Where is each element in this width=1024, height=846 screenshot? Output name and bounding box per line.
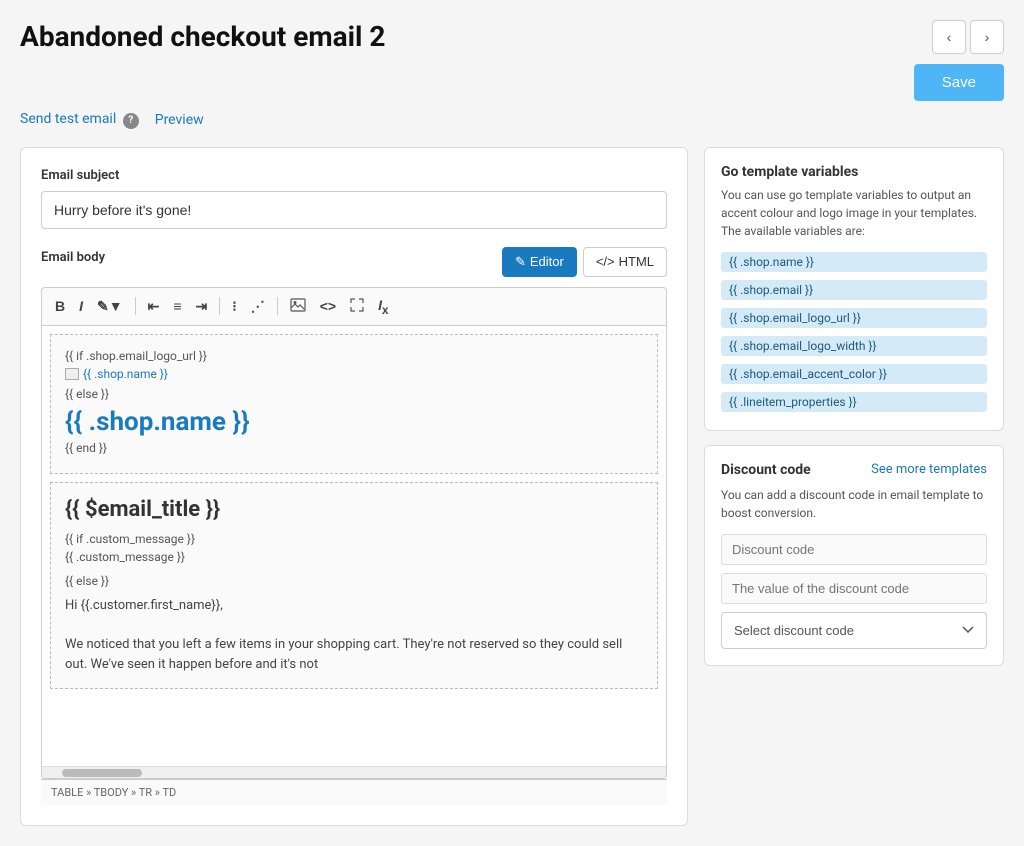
help-icon[interactable]: ? xyxy=(123,113,139,129)
editor-toolbar: B I ✎▼ ⇤ ≡ ⇥ ⁝ ⋰ <> xyxy=(41,287,667,326)
go-template-card: Go template variables You can use go tem… xyxy=(704,147,1004,431)
template-tag-3[interactable]: {{ .shop.email_logo_width }} xyxy=(721,336,987,356)
discount-value-field[interactable] xyxy=(721,573,987,604)
unordered-list-button[interactable]: ⁝ xyxy=(227,295,241,318)
template-tag-4[interactable]: {{ .shop.email_accent_color }} xyxy=(721,364,987,384)
left-panel: Email subject Email body ✎ Editor </> HT… xyxy=(20,147,688,827)
code-button[interactable]: <> xyxy=(315,295,341,317)
highlight-button[interactable]: ✎▼ xyxy=(92,295,128,318)
horizontal-scrollbar[interactable] xyxy=(42,766,666,778)
ordered-list-button[interactable]: ⋰ xyxy=(246,295,270,318)
email-subject-label: Email subject xyxy=(41,168,667,183)
template-tag-0[interactable]: {{ .shop.name }} xyxy=(721,252,987,272)
see-more-link[interactable]: See more templates xyxy=(871,462,987,477)
fullscreen-button[interactable] xyxy=(345,295,369,318)
custom-msg-if: {{ if .custom_message }} xyxy=(65,532,643,546)
align-right-button[interactable]: ⇥ xyxy=(191,295,213,318)
else2-label: {{ else }} xyxy=(65,574,643,588)
email-subject-input[interactable] xyxy=(41,191,667,229)
body-text: We noticed that you left a few items in … xyxy=(65,635,643,674)
end-label: {{ end }} xyxy=(65,441,643,455)
logo-img-placeholder xyxy=(65,368,79,380)
align-left-button[interactable]: ⇤ xyxy=(143,295,165,318)
editor-button[interactable]: ✎ Editor xyxy=(502,247,577,277)
big-shop-name: {{ .shop.name }} xyxy=(65,407,643,437)
else-label: {{ else }} xyxy=(65,387,643,401)
go-template-title: Go template variables xyxy=(721,164,987,180)
template-tags-list: {{ .shop.name }} {{ .shop.email }} {{ .s… xyxy=(721,250,987,414)
discount-desc: You can add a discount code in email tem… xyxy=(721,486,987,522)
custom-msg-var: {{ .custom_message }} xyxy=(65,550,643,564)
logo-condition-text: {{ if .shop.email_logo_url }} xyxy=(65,349,643,363)
html-icon: </> xyxy=(596,254,615,269)
editor-area[interactable]: {{ if .shop.email_logo_url }} {{ .shop.n… xyxy=(41,325,667,779)
logo-section: {{ if .shop.email_logo_url }} {{ .shop.n… xyxy=(50,334,658,474)
next-button[interactable]: › xyxy=(970,20,1004,54)
align-center-button[interactable]: ≡ xyxy=(168,295,186,317)
select-discount-dropdown[interactable]: Select discount code xyxy=(721,612,987,649)
breadcrumb: TABLE » TBODY » TR » TD xyxy=(51,786,176,799)
italic-button[interactable]: I xyxy=(74,295,88,317)
html-button[interactable]: </> HTML xyxy=(583,247,667,277)
page-title: Abandoned checkout email 2 xyxy=(20,20,385,53)
send-test-email-link[interactable]: Send test email xyxy=(20,111,116,127)
discount-card: Discount code See more templates You can… xyxy=(704,445,1004,666)
go-template-desc: You can use go template variables to out… xyxy=(721,186,987,240)
email-body-section: {{ $email_title }} {{ if .custom_message… xyxy=(50,482,658,689)
save-button[interactable]: Save xyxy=(914,64,1004,101)
discount-title: Discount code xyxy=(721,462,811,478)
discount-code-field[interactable] xyxy=(721,534,987,565)
preview-link[interactable]: Preview xyxy=(155,112,204,128)
template-tag-2[interactable]: {{ .shop.email_logo_url }} xyxy=(721,308,987,328)
template-tag-5[interactable]: {{ .lineitem_properties }} xyxy=(721,392,987,412)
logo-var-text: {{ .shop.name }} xyxy=(83,367,168,381)
bold-button[interactable]: B xyxy=(50,295,70,317)
template-tag-1[interactable]: {{ .shop.email }} xyxy=(721,280,987,300)
prev-button[interactable]: ‹ xyxy=(932,20,966,54)
email-body-label: Email body xyxy=(41,250,105,265)
hscroll-thumb xyxy=(62,769,142,777)
right-panel: Go template variables You can use go tem… xyxy=(704,147,1004,827)
breadcrumb-bar: TABLE » TBODY » TR » TD xyxy=(41,779,667,805)
hi-customer: Hi {{.customer.first_name}}, xyxy=(65,596,643,616)
image-button[interactable] xyxy=(285,295,311,318)
clear-format-button[interactable]: Ix xyxy=(373,294,393,320)
email-title-var: {{ $email_title }} xyxy=(65,497,643,522)
editor-icon: ✎ xyxy=(515,254,526,270)
